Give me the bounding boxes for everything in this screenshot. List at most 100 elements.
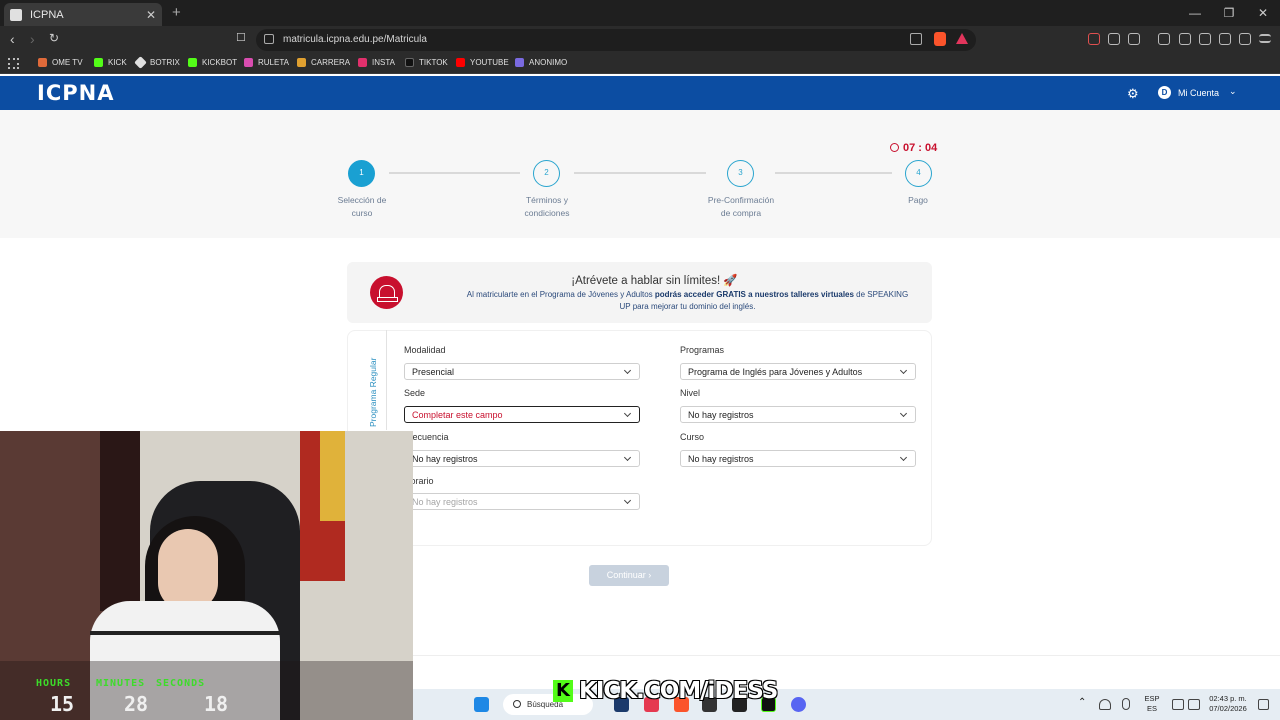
- leo-ai-icon[interactable]: [1219, 33, 1231, 45]
- step-1-circle[interactable]: 1: [348, 160, 375, 187]
- clock-icon: [890, 143, 899, 152]
- bookmark-insta[interactable]: INSTA: [358, 58, 395, 67]
- step-4-circle[interactable]: 4: [905, 160, 932, 187]
- minutes-value: 28: [124, 692, 149, 716]
- minimize-button[interactable]: —: [1178, 0, 1212, 26]
- puzzle-icon[interactable]: [1108, 33, 1120, 45]
- tiktok-icon: [405, 58, 414, 67]
- back-arrow-icon[interactable]: ‹: [10, 31, 15, 47]
- frecuencia-select[interactable]: No hay registros: [404, 450, 640, 467]
- step-4-label: Pago: [908, 195, 928, 205]
- bookmark-anonimo[interactable]: ANONIMO: [515, 58, 567, 67]
- anonimo-icon: [515, 58, 524, 67]
- notifications-icon[interactable]: [1258, 699, 1269, 710]
- kick-logo: K: [553, 680, 573, 702]
- tab-search-icon[interactable]: [1128, 33, 1140, 45]
- side-tab-programa-regular[interactable]: Programa Regular: [347, 330, 387, 430]
- menu-icon[interactable]: [1259, 34, 1271, 43]
- carrera-icon: [297, 58, 306, 67]
- promo-title: ¡Atrévete a hablar sin límites! 🚀: [571, 275, 738, 287]
- icpna-logo[interactable]: ICPNA: [37, 81, 114, 105]
- minutes-label: MINUTES: [96, 678, 146, 689]
- browser-toolbar: ‹ › ↻ ☐ matricula.icpna.edu.pe/Matricula: [0, 26, 1280, 54]
- hours-value: 15: [50, 692, 75, 716]
- bookmark-youtube[interactable]: YOUTUBE: [456, 58, 509, 67]
- webcam-overlay: [0, 431, 413, 720]
- maximize-button[interactable]: ❐: [1212, 0, 1246, 26]
- tab-close-button[interactable]: ✕: [146, 8, 156, 22]
- bookmark-ometv[interactable]: OME TV: [38, 58, 83, 67]
- enrollment-stepper: [0, 110, 1280, 238]
- new-tab-button[interactable]: +: [172, 4, 181, 21]
- share-icon[interactable]: [910, 33, 922, 45]
- hours-label: HOURS: [36, 678, 72, 689]
- bookmark-kickbot[interactable]: KICKBOT: [188, 58, 237, 67]
- step-3-label: Pre-Confirmación de compra: [707, 195, 775, 218]
- bookmark-carrera[interactable]: CARRERA: [297, 58, 350, 67]
- sidebar-icon[interactable]: [1179, 33, 1191, 45]
- webcam-flag-stripe: [320, 431, 345, 521]
- horario-select[interactable]: No hay registros: [404, 493, 640, 510]
- nivel-select[interactable]: No hay registros: [680, 406, 916, 423]
- kick-channel-url: KICK.COM/iDESS: [579, 678, 778, 704]
- onedrive-icon[interactable]: [1099, 699, 1111, 710]
- url-text: matricula.icpna.edu.pe/Matricula: [283, 34, 427, 45]
- apps-grid-icon[interactable]: [8, 58, 19, 69]
- timer-value: 07 : 04: [903, 142, 938, 154]
- step-2-circle[interactable]: 2: [533, 160, 560, 187]
- close-window-button[interactable]: ✕: [1246, 0, 1280, 26]
- account-menu-button[interactable]: Mi Cuenta: [1178, 88, 1219, 98]
- window-controls: — ❐ ✕: [1178, 0, 1280, 26]
- step-connector: [574, 172, 706, 174]
- media-icon[interactable]: [1158, 33, 1170, 45]
- taskbar-clock[interactable]: 02:43 p. m. 07/02/2026: [1203, 694, 1253, 714]
- step-connector: [389, 172, 520, 174]
- tab-favicon-icon: [10, 8, 22, 21]
- site-header: ICPNA ⚙: [0, 76, 1280, 110]
- forward-arrow-icon[interactable]: ›: [30, 31, 35, 47]
- microphone-icon[interactable]: [1122, 698, 1130, 710]
- ometv-icon: [38, 58, 47, 67]
- reload-icon[interactable]: ↻: [49, 31, 59, 45]
- chevron-down-icon[interactable]: ⌄: [1229, 86, 1237, 97]
- bookmark-kick[interactable]: KICK: [94, 58, 127, 67]
- kick-channel-banner: K KICK.COM/iDESS: [553, 678, 778, 704]
- tray-overflow-icon[interactable]: ⌃: [1078, 698, 1086, 708]
- extension-icon[interactable]: [1088, 33, 1100, 45]
- seconds-value: 18: [204, 692, 229, 716]
- webcam-door: [100, 431, 140, 611]
- volume-icon[interactable]: [1188, 699, 1200, 710]
- brave-shields-icon[interactable]: [934, 32, 946, 46]
- tab-title: ICPNA: [30, 8, 64, 21]
- windows-start-icon[interactable]: [474, 697, 489, 712]
- bookmark-ruleta[interactable]: RULETA: [244, 58, 289, 67]
- countdown-timer: 07 : 04: [890, 142, 937, 154]
- gear-icon[interactable]: ⚙: [1127, 86, 1139, 102]
- step-3-circle[interactable]: 3: [727, 160, 754, 187]
- continue-button[interactable]: Continuar ›: [589, 565, 669, 586]
- sede-select[interactable]: Completar este campo: [404, 406, 640, 423]
- bookmark-icon[interactable]: ☐: [236, 31, 246, 44]
- vpn-icon[interactable]: [1239, 33, 1251, 45]
- bookmark-tiktok[interactable]: TIKTOK: [405, 58, 448, 67]
- site-info-icon[interactable]: [264, 34, 274, 44]
- curso-label: Curso: [680, 432, 705, 442]
- network-icon[interactable]: [1172, 699, 1184, 710]
- stream-countdown-values: 15 28 18: [50, 692, 228, 716]
- address-bar[interactable]: matricula.icpna.edu.pe/Matricula: [256, 29, 976, 51]
- bookmark-botrix[interactable]: BOTRIX: [134, 56, 180, 69]
- brave-rewards-icon[interactable]: [956, 33, 968, 44]
- curso-select[interactable]: No hay registros: [680, 450, 916, 467]
- step-2-label: Términos y condiciones: [524, 195, 570, 218]
- modalidad-select[interactable]: Presencial: [404, 363, 640, 380]
- step-1-label: Selección de curso: [337, 195, 387, 218]
- discord-icon[interactable]: [791, 697, 806, 712]
- account-avatar[interactable]: D: [1158, 86, 1171, 99]
- promo-text: Al matricularte en el Programa de Jóvene…: [466, 290, 909, 311]
- programas-select[interactable]: Programa de Inglés para Jóvenes y Adulto…: [680, 363, 916, 380]
- language-indicator[interactable]: ESP ES: [1140, 694, 1164, 714]
- ruleta-icon: [244, 58, 253, 67]
- browser-tab[interactable]: ICPNA ✕: [4, 3, 162, 26]
- step-connector: [775, 172, 892, 174]
- wallet-icon[interactable]: [1199, 33, 1211, 45]
